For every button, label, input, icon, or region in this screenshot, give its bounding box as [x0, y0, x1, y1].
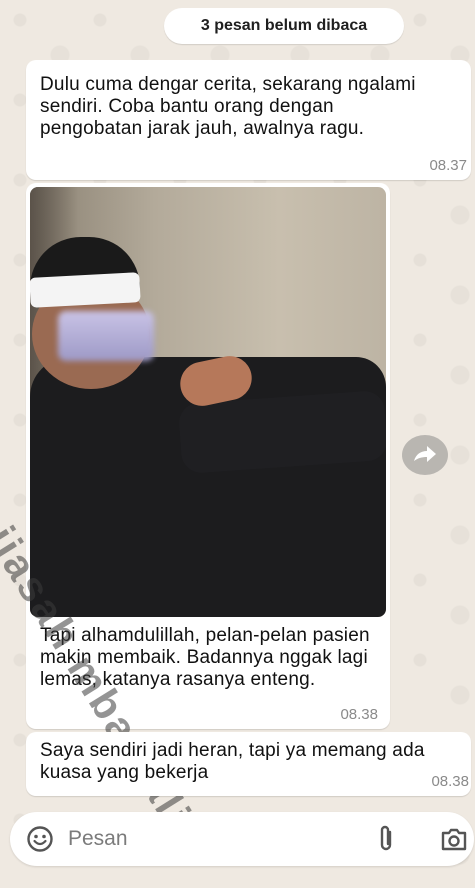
photo-message-bubble[interactable]: Tapi alhamdulillah, pelan-pelan pasien m…	[26, 183, 390, 729]
paperclip-icon[interactable]	[374, 824, 398, 854]
unread-messages-label: 3 pesan belum dibaca	[200, 17, 368, 34]
photo-face-blur	[58, 311, 154, 361]
message-input-placeholder: Pesan	[68, 827, 128, 850]
message-text: Tapi alhamdulillah, pelan-pelan pasien m…	[40, 625, 370, 690]
message-text: Dulu cuma dengar cerita, sekarang ngalam…	[40, 74, 416, 139]
message-time: 08.38	[431, 773, 469, 790]
message-time: 08.38	[340, 706, 378, 723]
forward-icon	[414, 446, 436, 462]
photo-person-headband	[30, 272, 141, 308]
camera-icon[interactable]	[440, 826, 468, 852]
message-composer: Pesan	[10, 812, 474, 866]
message-time: 08.37	[429, 157, 467, 174]
message-text: Saya sendiri jadi heran, tapi ya memang …	[40, 740, 425, 783]
forward-button[interactable]	[402, 435, 448, 475]
message-photo[interactable]	[30, 187, 386, 617]
message-bubble[interactable]: Dulu cuma dengar cerita, sekarang ngalam…	[26, 60, 471, 180]
unread-messages-banner: 3 pesan belum dibaca	[164, 8, 404, 44]
emoji-icon[interactable]	[26, 825, 54, 853]
message-input[interactable]: Pesan	[68, 824, 358, 854]
message-bubble[interactable]: Saya sendiri jadi heran, tapi ya memang …	[26, 732, 471, 796]
